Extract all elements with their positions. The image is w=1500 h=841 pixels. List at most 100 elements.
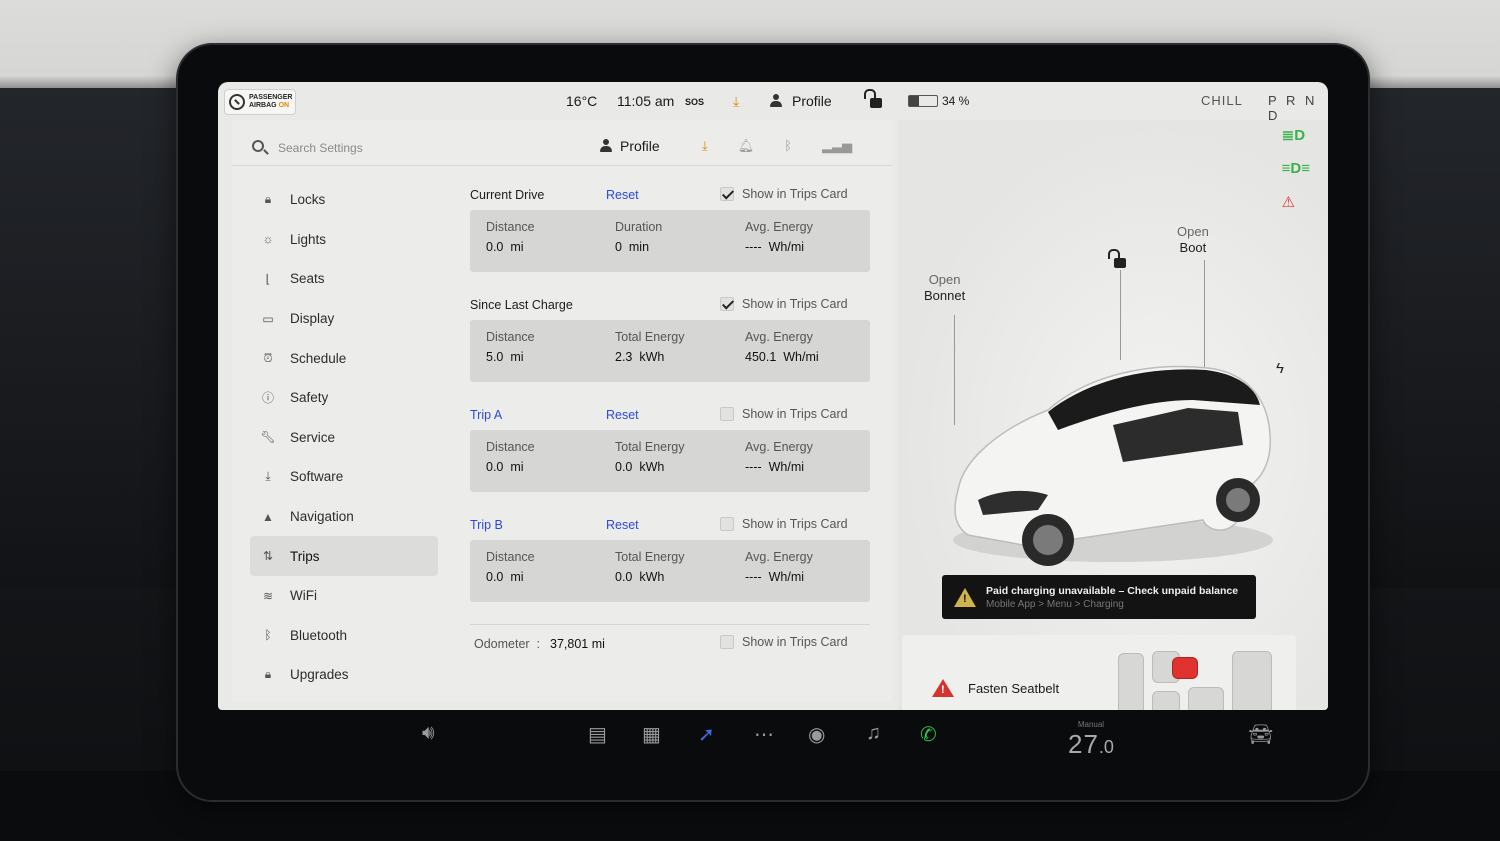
trip-stats-card: Distance 0.0 mi Total Energy 0.0 kWh Avg. En… (470, 430, 870, 492)
checkbox[interactable] (720, 635, 734, 649)
sidebar-item-service[interactable]: 🔧︎ Service (250, 418, 440, 458)
airbag-line2: AIRBAG (249, 102, 277, 109)
trip-stat-label: Duration (615, 220, 663, 234)
trip-stat-value: 450.1 Wh/mi (745, 350, 819, 364)
bell-icon[interactable]: 🔔︎ (738, 138, 755, 154)
sidebar-item-schedule[interactable]: ⏰︎ Schedule (250, 338, 440, 378)
sidebar-item-safety[interactable]: ⓘ Safety (250, 378, 440, 418)
volume-icon[interactable]: 🔊︎ (422, 722, 435, 745)
sidebar-item-upgrades[interactable]: 🔒︎ Upgrades (250, 655, 440, 695)
download-icon[interactable]: ⤓ (702, 138, 708, 154)
trips-icon: ⇅ (262, 549, 274, 564)
person-icon (600, 139, 612, 153)
sidebar-item-bluetooth[interactable]: ᛒ Bluetooth (250, 616, 440, 656)
status-bar: PASSENGER AIRBAG ON 16°C 11:05 am SOS ⤓ … (218, 82, 1328, 123)
trip-stat-value: 2.3 kWh (615, 350, 665, 364)
temperature-value: 27 (1068, 729, 1099, 759)
headlight-icon: ≣D (1281, 127, 1306, 144)
charging-alert[interactable]: Paid charging unavailable – Check unpaid… (942, 575, 1256, 619)
show-in-trips-card-toggle[interactable]: Show in Trips Card (720, 187, 848, 201)
trip-section-title[interactable]: Trip B (470, 518, 503, 532)
clock-icon: ⏰︎ (263, 350, 273, 365)
trip-stats-card: Distance 5.0 mi Total Energy 2.3 kWh Avg. En… (470, 320, 870, 382)
sidebar-item-locks[interactable]: 🔒︎ Locks (250, 180, 440, 220)
show-in-trips-card-toggle[interactable]: Show in Trips Card (720, 635, 848, 649)
reset-button[interactable]: Reset (606, 518, 639, 532)
unlock-icon[interactable] (864, 89, 882, 108)
seat-rear-row (1232, 651, 1272, 710)
passenger-airbag-indicator: PASSENGER AIRBAG ON (224, 89, 296, 115)
status-profile-label: Profile (792, 93, 832, 109)
show-in-trips-card-toggle[interactable]: Show in Trips Card (720, 517, 848, 531)
sidebar-item-label: Service (290, 429, 336, 445)
sidebar-item-trips[interactable]: ⇅ Trips (250, 536, 438, 576)
sidebar-item-navigation[interactable]: ▲ Navigation (250, 497, 440, 537)
reset-button[interactable]: Reset (606, 408, 639, 422)
door-unlock-icon[interactable] (1108, 249, 1126, 268)
seat-icon: ⌊ (265, 271, 271, 286)
trip-stat-value: 0.0 kWh (615, 570, 665, 584)
trip-stat-value: 0.0 mi (486, 460, 524, 474)
profile-button[interactable]: Profile (600, 138, 660, 154)
seatbelt-warning-icon: ⚠ (1281, 194, 1296, 211)
sidebar-item-seats[interactable]: ⌊ Seats (250, 259, 440, 299)
climate-temperature[interactable]: Manual 27.0 (1068, 720, 1114, 760)
bluetooth-icon[interactable]: ᛒ (784, 138, 792, 154)
seat-rear-middle (1188, 687, 1224, 710)
open-bonnet-button[interactable]: Open Bonnet (924, 272, 965, 304)
more-apps-icon[interactable]: ⋯ (754, 722, 774, 747)
settings-nav: 🔒︎ Locks ☼ Lights ⌊ Seats ▭ Display ⏰︎ Schedule ⓘ S… (250, 180, 440, 695)
gear-selector: P R N D (1268, 93, 1318, 123)
trip-section-title: Since Last Charge (470, 298, 573, 312)
trips-content: Current Drive Reset Show in Trips Card Dist… (470, 184, 870, 651)
camera-icon[interactable]: ◉ (808, 722, 825, 747)
airbag-icon (229, 94, 245, 110)
download-icon[interactable]: ⤓ (733, 93, 739, 110)
parking-light-icon: ≡D≡ (1281, 160, 1310, 177)
show-in-trips-card-toggle[interactable]: Show in Trips Card (720, 407, 848, 421)
trip-stat: Distance 0.0 mi (486, 550, 535, 584)
taskbar: 🔊︎ ▤ ▦ ➚ ⋯ ◉ ♫ ✆ Manual 27.0 🚘︎ (218, 712, 1328, 772)
trip-stat: Duration 0 min (615, 220, 662, 254)
car-controls-icon[interactable]: 🚘︎ (1248, 722, 1273, 747)
sidebar-item-display[interactable]: ▭ Display (250, 299, 440, 339)
sidebar-item-software[interactable]: ⤓ Software (250, 457, 440, 497)
sidebar-item-label: Lights (290, 231, 327, 247)
sidebar-item-label: WiFi (290, 588, 317, 604)
status-profile[interactable]: Profile (770, 93, 832, 109)
trip-stat: Distance 0.0 mi (486, 440, 535, 474)
download-icon: ⤓ (265, 469, 271, 484)
trip-section-title[interactable]: Trip A (470, 408, 502, 422)
touchscreen: PASSENGER AIRBAG ON 16°C 11:05 am SOS ⤓ … (218, 82, 1328, 710)
sos-indicator[interactable]: SOS (685, 97, 704, 107)
sidebar-item-lights[interactable]: ☼ Lights (250, 220, 440, 260)
show-in-trips-card-toggle[interactable]: Show in Trips Card (720, 297, 848, 311)
music-icon[interactable]: ♫ (866, 722, 881, 745)
checkbox[interactable] (720, 517, 734, 531)
show-in-trips-card-label: Show in Trips Card (742, 517, 848, 531)
manual-icon[interactable]: ▤ (588, 722, 607, 747)
trip-stat-label: Distance (486, 440, 535, 454)
trip-section-header: Since Last Charge Show in Trips Card (470, 294, 870, 316)
battery-percent: 34 % (942, 94, 970, 108)
energy-app-icon[interactable]: ▦ (642, 722, 661, 747)
show-in-trips-card-label: Show in Trips Card (742, 187, 848, 201)
phone-icon[interactable]: ✆ (920, 722, 937, 747)
trip-stat-value: ---- Wh/mi (745, 460, 805, 474)
search-input[interactable] (278, 138, 478, 158)
lock-icon: 🔒︎ (264, 192, 272, 207)
battery-icon (908, 95, 938, 107)
dashboard-outline (1118, 653, 1144, 710)
checkbox[interactable] (720, 187, 734, 201)
open-boot-button[interactable]: Open Boot (1177, 224, 1209, 256)
seatbelt-warning-icon (932, 679, 954, 697)
checkbox[interactable] (720, 297, 734, 311)
checkbox[interactable] (720, 407, 734, 421)
drive-mode[interactable]: CHILL (1201, 93, 1243, 108)
trip-stat-label: Avg. Energy (745, 440, 813, 454)
navigation-app-icon[interactable]: ➚ (698, 722, 888, 747)
settings-header: Profile ⤓ 🔔︎ ᛒ ▂▃▅ (232, 130, 892, 166)
sidebar-item-wifi[interactable]: ≋ WiFi (250, 576, 440, 616)
reset-button[interactable]: Reset (606, 188, 639, 202)
odometer-row: Odometer : 37,801 mi Show in Trips Card (470, 624, 870, 651)
